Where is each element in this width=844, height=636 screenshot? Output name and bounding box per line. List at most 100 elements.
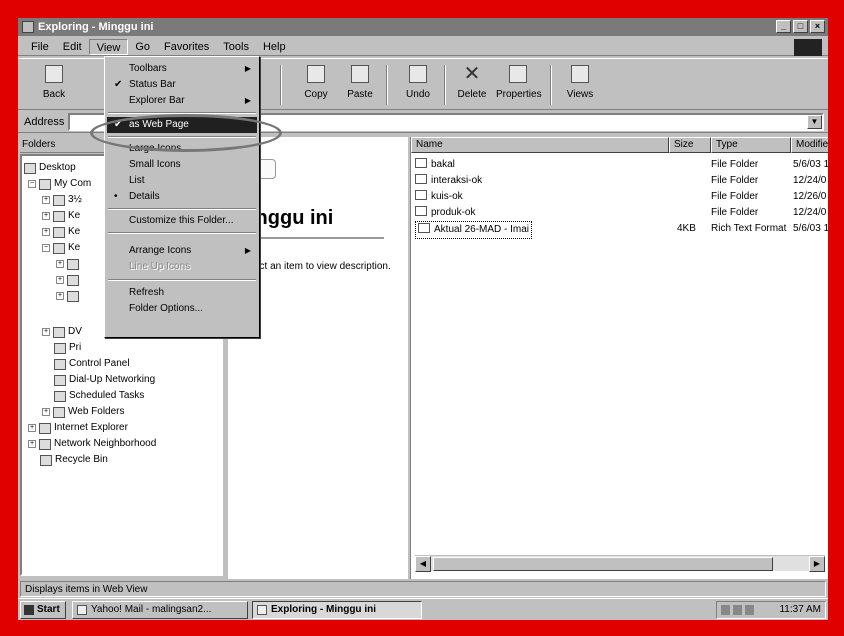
menu-item-explorer-bar[interactable]: Explorer Bar ▶ [107,93,257,109]
tray-volume-icon[interactable] [733,605,742,615]
file-list[interactable]: Name Size Type Modified bakal File Folde… [410,137,828,579]
tree-item-internet-explorer[interactable]: + Internet Explorer [28,420,128,436]
file-name-text: bakal [431,159,455,170]
scroll-right-icon[interactable]: ▶ [809,556,825,572]
scrollbar-thumb[interactable] [433,557,773,571]
tree-label: Control Panel [69,358,130,369]
folder-icon [415,190,427,200]
collapse-icon[interactable]: − [28,180,36,188]
properties-button[interactable]: Properties [496,63,542,107]
column-header-modified[interactable]: Modified [791,137,828,153]
tree-item-printers[interactable]: Pri [54,340,81,356]
tree-item-web-folders[interactable]: + Web Folders [42,404,125,420]
menu-item-customize-folder[interactable]: Customize this Folder... [107,213,257,229]
expand-icon[interactable]: + [56,276,64,284]
column-header-name[interactable]: Name [411,137,669,153]
tree-item-folder[interactable]: + [56,256,82,272]
drive-icon [53,210,65,222]
file-row[interactable]: Aktual 26-MAD - Imai 4KB Rich Text Forma… [411,221,828,239]
expand-icon[interactable]: + [42,328,50,336]
expand-icon[interactable]: + [28,440,36,448]
system-tray: 11:37 AM [716,601,826,619]
expand-icon[interactable]: + [28,424,36,432]
tree-item-network[interactable]: + Network Neighborhood [28,436,156,452]
start-button[interactable]: Start [20,601,66,619]
taskbar-item-yahoo-mail[interactable]: Yahoo! Mail - malingsan2... [72,601,248,619]
menu-item-label: List [129,175,145,186]
folder-icon [67,258,79,270]
tree-item-dvd[interactable]: + DV [42,324,82,340]
menu-item-arrange-icons[interactable]: Arrange Icons ▶ [107,243,257,259]
tree-item-drive[interactable]: + Ke [42,224,80,240]
maximize-button[interactable]: □ [793,20,808,33]
toolbar-separator [386,65,388,105]
collapse-icon[interactable]: − [42,244,50,252]
tray-network-icon[interactable] [721,605,730,615]
tray-display-icon[interactable] [745,605,754,615]
tree-item-scheduled-tasks[interactable]: Scheduled Tasks [54,388,144,404]
taskbar-item-exploring[interactable]: Exploring - Minggu ini [252,601,422,619]
tree-item-drive[interactable]: + Ke [42,208,80,224]
expand-icon[interactable]: + [42,408,50,416]
file-row[interactable]: kuis-ok File Folder 12/26/0 [411,189,828,205]
menu-go[interactable]: Go [128,39,157,55]
tree-item-control-panel[interactable]: Control Panel [54,356,130,372]
file-size: 4KB [677,223,696,234]
menu-file[interactable]: File [24,39,56,55]
toolbar-separator [444,65,446,105]
menu-item-status-bar[interactable]: ✔ Status Bar [107,77,257,93]
expand-icon[interactable]: + [42,228,50,236]
column-header-size[interactable]: Size [669,137,711,153]
tree-item-desktop[interactable]: Desktop [24,160,76,176]
file-row[interactable]: interaksi-ok File Folder 12/24/0 [411,173,828,189]
menu-tools[interactable]: Tools [216,39,256,55]
menu-item-folder-options[interactable]: Folder Options... [107,301,257,317]
menu-item-small-icons[interactable]: Small Icons [107,157,257,173]
menu-favorites[interactable]: Favorites [157,39,216,55]
address-dropdown-icon[interactable]: ▼ [807,114,822,129]
file-modified: 12/24/0 [793,175,827,186]
delete-button[interactable]: ✕ Delete [450,63,494,107]
tree-item-my-computer[interactable]: − My Com [28,176,91,192]
explorer-app-icon[interactable] [22,21,34,33]
file-name-text: kuis-ok [431,191,463,202]
file-name: bakal [415,157,455,173]
menu-help[interactable]: Help [256,39,293,55]
expand-icon[interactable]: + [42,212,50,220]
tree-label: Internet Explorer [54,422,128,433]
undo-button[interactable]: Undo [396,63,440,107]
file-row[interactable]: produk-ok File Folder 12/24/0 [411,205,828,221]
expand-icon[interactable]: + [56,260,64,268]
minimize-button[interactable]: _ [776,20,791,33]
copy-button[interactable]: Copy [294,63,338,107]
menu-view[interactable]: View [88,38,129,55]
title-bar[interactable]: Exploring - Minggu ini _ □ × [18,18,828,36]
expand-icon[interactable]: + [42,196,50,204]
expand-icon[interactable]: + [56,292,64,300]
tree-item-drive[interactable]: − Ke [42,240,80,256]
file-name: Aktual 26-MAD - Imai [415,221,533,239]
windows-logo-icon [794,39,822,56]
tree-item-floppy[interactable]: +3½ [42,192,82,208]
menu-item-list[interactable]: List [107,173,257,189]
column-header-type[interactable]: Type [711,137,791,153]
tree-item-dialup[interactable]: Dial-Up Networking [54,372,155,388]
file-row[interactable]: bakal File Folder 5/6/03 1 [411,157,828,173]
paste-button[interactable]: Paste [338,63,382,107]
close-button[interactable]: × [810,20,825,33]
menu-item-refresh[interactable]: Refresh [107,285,257,301]
back-button[interactable]: Back [32,63,76,107]
views-button[interactable]: Views [558,63,602,107]
copy-label: Copy [304,89,328,100]
menu-edit[interactable]: Edit [56,39,89,55]
tree-item-folder[interactable]: + [56,272,82,288]
scroll-left-icon[interactable]: ◀ [415,556,431,572]
task-label: Exploring - Minggu ini [271,604,376,615]
menu-item-toolbars[interactable]: Toolbars ▶ [107,61,257,77]
file-modified: 12/24/0 [793,207,827,218]
undo-label: Undo [406,89,430,100]
menu-item-details[interactable]: • Details [107,189,257,205]
tree-item-folder[interactable]: + [56,288,82,304]
tree-item-recycle-bin[interactable]: Recycle Bin [40,452,108,468]
horizontal-scrollbar[interactable]: ◀ ▶ [415,555,825,572]
